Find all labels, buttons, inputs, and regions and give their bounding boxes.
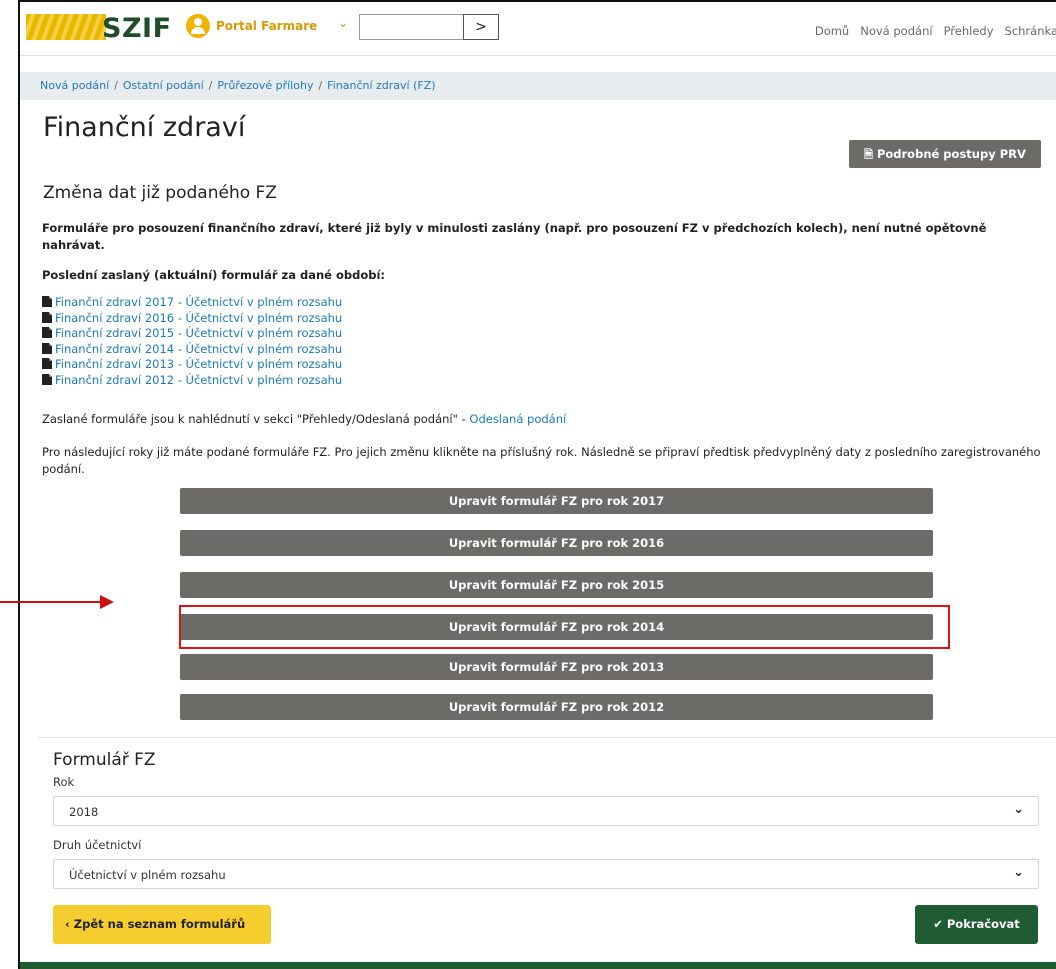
edit-fz-2017-button[interactable]: Upravit formulář FZ pro rok 2017 [180, 488, 933, 514]
podrobne-postupy-button[interactable]: 🗎 Podrobné postupy PRV [849, 140, 1041, 168]
document-icon: 🗎 [864, 148, 873, 161]
continue-label: Pokračovat [946, 917, 1020, 931]
breadcrumb-separator: / [114, 79, 118, 92]
bottom-bar [20, 962, 1056, 969]
highlight-box [179, 605, 950, 649]
chevron-down-icon: ⌄ [1013, 865, 1024, 880]
chevron-left-icon: ‹ [65, 917, 70, 931]
section-title: Změna dat již podaného FZ [43, 183, 277, 203]
odeslana-podani-link[interactable]: Odeslaná podání [469, 412, 566, 426]
portal-farmare-menu[interactable]: Portal Farmare [216, 19, 317, 33]
annotation-arrow-head [100, 595, 114, 609]
breadcrumb-item[interactable]: Ostatní podání [123, 79, 204, 92]
pdf-link[interactable]: Finanční zdraví 2012 - Účetnictví v plné… [55, 373, 342, 387]
top-navigation: Domů Nová podání Přehledy Schránka [815, 24, 1056, 38]
back-to-forms-label: Zpět na seznam formulářů [73, 917, 246, 931]
form-title: Formulář FZ [53, 750, 156, 770]
pdf-link[interactable]: Finanční zdraví 2015 - Účetnictví v plné… [55, 326, 342, 340]
search-submit-button[interactable]: > [463, 14, 499, 40]
list-item: Finanční zdraví 2013 - Účetnictví v plné… [42, 357, 342, 373]
druh-ucetnictvi-value: Účetnictví v plném rozsahu [69, 868, 226, 882]
pdf-icon [42, 358, 52, 370]
szif-logo-graphic [26, 14, 106, 40]
section-divider [38, 737, 1056, 738]
edit-fz-2013-button[interactable]: Upravit formulář FZ pro rok 2013 [180, 654, 933, 680]
pdf-icon [42, 327, 52, 339]
continue-button[interactable]: ✔ Pokračovat [915, 905, 1038, 944]
sent-forms-note: Zaslané formuláře jsou k nahlédnutí v se… [42, 412, 566, 426]
pdf-link[interactable]: Finanční zdraví 2013 - Účetnictví v plné… [55, 357, 342, 371]
breadcrumb-item-current[interactable]: Finanční zdraví (FZ) [327, 79, 435, 92]
edit-fz-2016-button[interactable]: Upravit formulář FZ pro rok 2016 [180, 530, 933, 556]
top-header: SZIF Portal Farmare ⌄ > Domů Nová podání… [20, 2, 1056, 56]
pdf-icon [42, 311, 52, 323]
pdf-link-list: Finanční zdraví 2017 - Účetnictví v plné… [42, 295, 342, 389]
pdf-icon [42, 342, 52, 354]
nav-item-schranka[interactable]: Schránka [1005, 24, 1056, 38]
edit-fz-2015-button[interactable]: Upravit formulář FZ pro rok 2015 [180, 572, 933, 598]
annotation-arrow [0, 601, 102, 603]
chevron-down-icon: ⌄ [1013, 802, 1024, 817]
rok-label: Rok [53, 775, 75, 789]
szif-logo-text[interactable]: SZIF [102, 13, 172, 44]
chevron-down-icon[interactable]: ⌄ [338, 16, 348, 30]
search-input[interactable] [359, 14, 463, 40]
nav-item-nova-podani[interactable]: Nová podání [860, 24, 932, 38]
rok-select[interactable]: 2018 ⌄ [53, 796, 1039, 826]
back-to-forms-button[interactable]: ‹ Zpět na seznam formulářů [53, 905, 271, 944]
list-item: Finanční zdraví 2012 - Účetnictví v plné… [42, 373, 342, 389]
pdf-link[interactable]: Finanční zdraví 2016 - Účetnictví v plné… [55, 311, 342, 325]
breadcrumb: Nová podání / Ostatní podání / Průřezové pří… [20, 72, 1056, 100]
pdf-icon [42, 373, 52, 385]
nav-item-prehledy[interactable]: Přehledy [944, 24, 994, 38]
page-frame: SZIF Portal Farmare ⌄ > Domů Nová podání… [18, 0, 1056, 969]
podrobne-postupy-label: Podrobné postupy PRV [876, 147, 1026, 161]
rok-select-value: 2018 [69, 805, 99, 819]
sent-forms-text: Zaslané formuláře jsou k nahlédnutí v se… [42, 412, 470, 426]
last-sent-heading: Poslední zaslaný (aktuální) formulář za … [42, 268, 386, 282]
info-paragraph: Pro následující roky již máte podané for… [42, 445, 1041, 476]
breadcrumb-separator: / [208, 79, 213, 92]
edit-fz-2012-button[interactable]: Upravit formulář FZ pro rok 2012 [180, 694, 933, 720]
list-item: Finanční zdraví 2016 - Účetnictví v plné… [42, 311, 342, 327]
pdf-icon [42, 296, 52, 307]
user-icon[interactable] [186, 14, 210, 38]
page-title: Finanční zdraví [43, 112, 246, 143]
druh-ucetnictvi-select[interactable]: Účetnictví v plném rozsahu ⌄ [53, 859, 1039, 889]
check-icon: ✔ [933, 917, 943, 931]
list-item: Finanční zdraví 2014 - Účetnictví v plné… [42, 342, 342, 358]
breadcrumb-separator: / [318, 79, 323, 92]
pdf-link[interactable]: Finanční zdraví 2017 - Účetnictví v plné… [55, 295, 342, 309]
druh-ucetnictvi-label: Druh účetnictví [53, 838, 142, 852]
info-note-bold: Formuláře pro posouzení finančního zdrav… [42, 221, 987, 252]
nav-item-domu[interactable]: Domů [815, 24, 849, 38]
breadcrumb-item[interactable]: Nová podání [40, 79, 109, 92]
list-item: Finanční zdraví 2017 - Účetnictví v plné… [42, 295, 342, 311]
breadcrumb-item[interactable]: Průřezové přílohy [217, 79, 313, 92]
pdf-link[interactable]: Finanční zdraví 2014 - Účetnictví v plné… [55, 342, 342, 356]
list-item: Finanční zdraví 2015 - Účetnictví v plné… [42, 326, 342, 342]
